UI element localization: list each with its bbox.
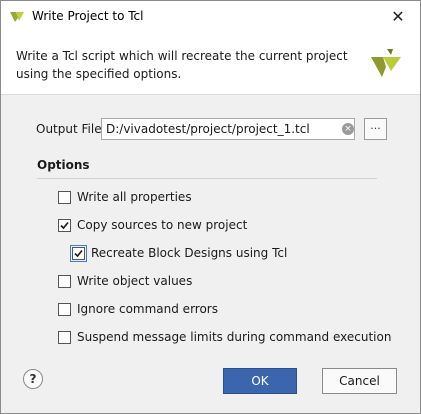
option-write-all-properties[interactable]: Write all properties	[58, 188, 192, 206]
checkbox[interactable]	[58, 274, 71, 288]
ok-button[interactable]: OK	[223, 368, 297, 394]
options-heading: Options	[37, 158, 90, 172]
checkbox[interactable]	[70, 244, 87, 262]
option-label: Write object values	[77, 274, 193, 288]
clear-icon[interactable]: ×	[342, 123, 354, 135]
option-copy-sources[interactable]: Copy sources to new project	[58, 216, 247, 234]
dialog-description: Write a Tcl script which will recreate t…	[16, 49, 348, 81]
window-title: Write Project to Tcl	[32, 9, 144, 23]
help-button[interactable]: ?	[23, 369, 43, 389]
cancel-button[interactable]: Cancel	[322, 368, 397, 394]
option-label: Copy sources to new project	[77, 218, 248, 232]
checkmark-icon	[74, 249, 83, 257]
option-label: Write all properties	[77, 190, 192, 204]
close-button[interactable]: ✕	[376, 1, 420, 32]
checkbox[interactable]	[58, 190, 71, 204]
title-bar: Write Project to Tcl ✕	[1, 1, 420, 32]
option-ignore-command-errors[interactable]: Ignore command errors	[58, 300, 218, 318]
option-label: Suspend message limits during command ex…	[77, 330, 392, 344]
checkbox[interactable]	[58, 330, 71, 344]
option-recreate-block-designs[interactable]: Recreate Block Designs using Tcl	[70, 244, 288, 262]
option-label: Recreate Block Designs using Tcl	[91, 246, 288, 260]
options-divider	[37, 178, 377, 179]
output-file-field[interactable]: ×	[101, 118, 355, 140]
browse-button[interactable]: ...	[364, 118, 387, 140]
vivado-logo-icon	[371, 49, 401, 77]
vivado-app-icon	[10, 12, 24, 22]
dialog-header: Write a Tcl script which will recreate t…	[1, 32, 420, 95]
close-icon: ✕	[391, 7, 405, 26]
checkbox[interactable]	[58, 218, 71, 232]
checkmark-icon	[60, 221, 69, 229]
output-file-label: Output File	[36, 122, 102, 136]
checkbox[interactable]	[58, 302, 71, 316]
option-write-object-values[interactable]: Write object values	[58, 272, 192, 290]
option-label: Ignore command errors	[77, 302, 218, 316]
write-project-dialog: Write Project to Tcl ✕ Write a Tcl scrip…	[0, 0, 421, 414]
option-suspend-message-limits[interactable]: Suspend message limits during command ex…	[58, 328, 391, 346]
output-file-input[interactable]	[106, 120, 332, 138]
